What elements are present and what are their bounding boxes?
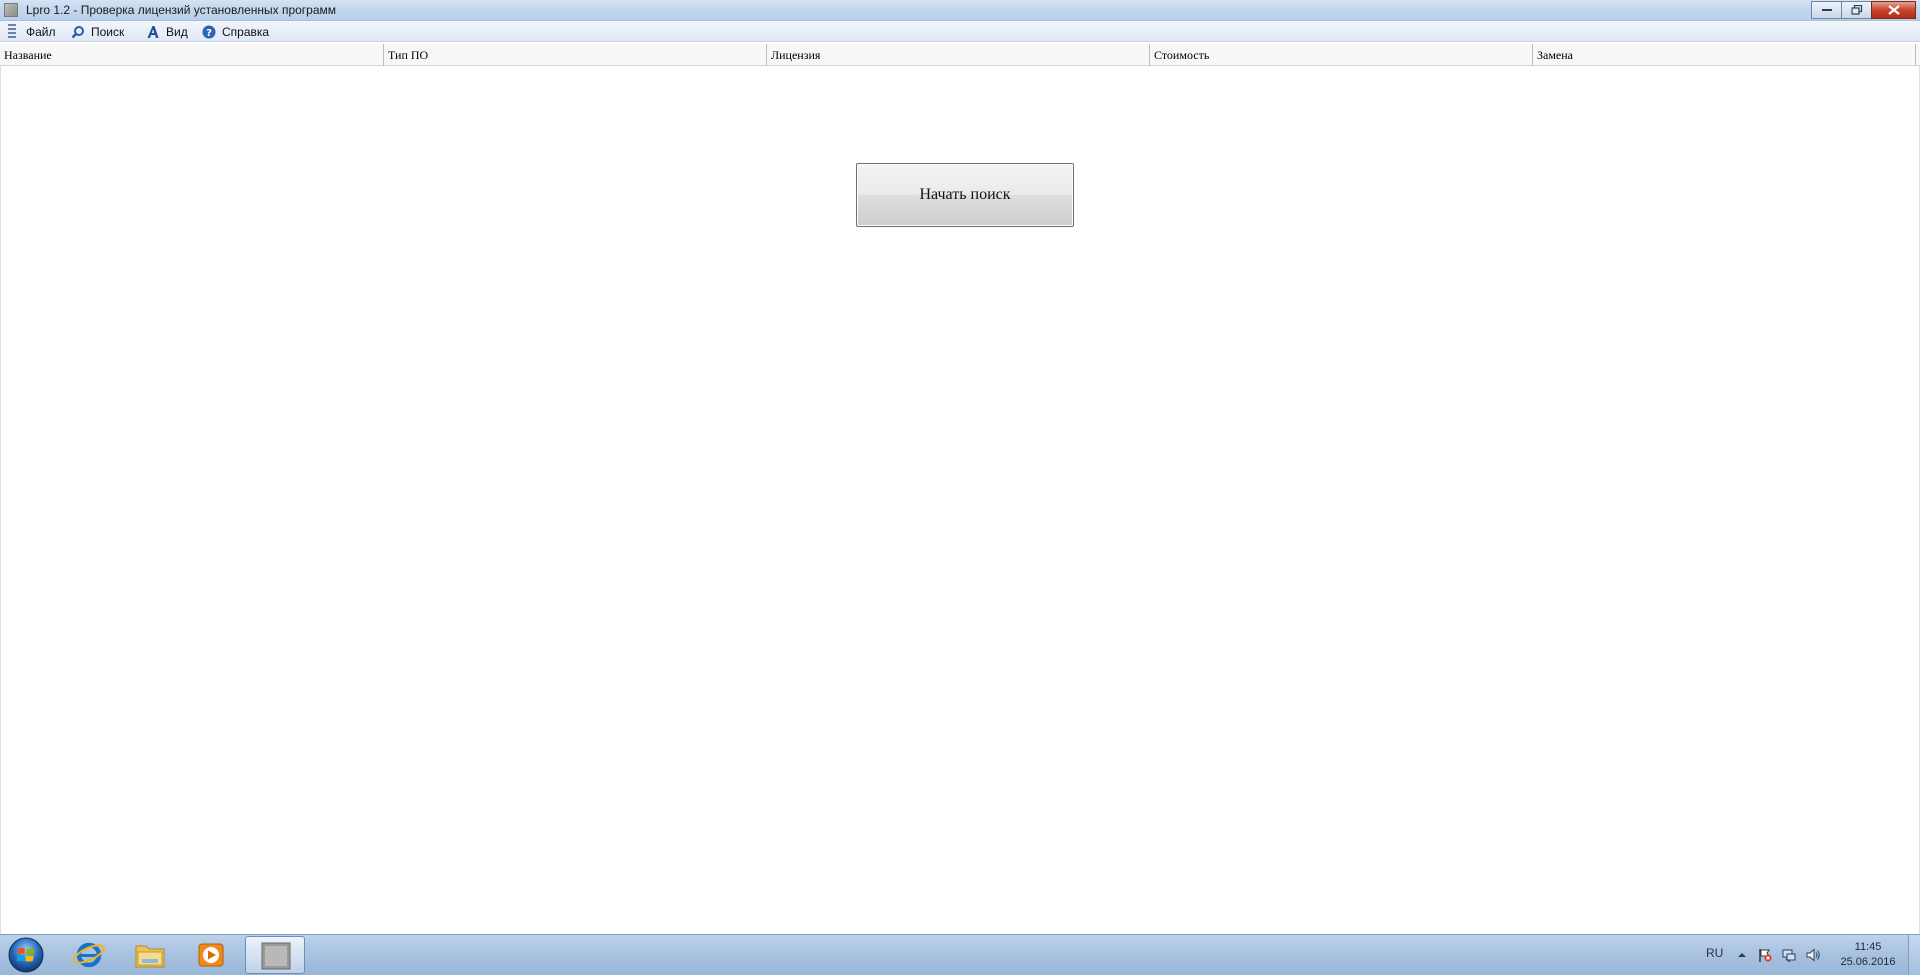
show-hidden-icons-icon[interactable] [1734, 947, 1750, 963]
app-icon[interactable] [4, 3, 18, 17]
minimize-icon [1821, 9, 1832, 11]
menu-help-label: Справка [222, 24, 270, 39]
taskbar: RU 11:45 25.06.2016 [0, 934, 1920, 975]
start-search-button[interactable]: Начать поиск [856, 163, 1074, 227]
restore-button[interactable] [1841, 1, 1872, 19]
menu-bar: Файл Поиск Вид ? Справка [0, 21, 1920, 42]
menu-search[interactable]: Поиск [71, 21, 124, 42]
show-desktop-button[interactable] [1908, 935, 1920, 975]
table-header: Название Тип ПО Лицензия Стоимость Замен… [0, 43, 1920, 66]
menu-grip-icon[interactable] [8, 24, 16, 39]
minimize-button[interactable] [1811, 1, 1842, 19]
action-center-flag-icon[interactable] [1757, 947, 1773, 963]
windows-start-orb[interactable] [6, 936, 46, 974]
clock[interactable]: 11:45 25.06.2016 [1834, 940, 1902, 970]
clock-time: 11:45 [1854, 941, 1882, 953]
taskbar-lpro-button[interactable] [245, 936, 305, 974]
menu-search-label: Поиск [91, 24, 125, 39]
language-indicator[interactable]: RU [1706, 946, 1723, 960]
help-icon: ? [202, 25, 216, 39]
network-icon[interactable] [1781, 947, 1797, 963]
column-header-replacement[interactable]: Замена [1533, 44, 1916, 66]
window-title: Lpro 1.2 - Проверка лицензий установленн… [26, 3, 337, 17]
clock-date: 25.06.2016 [1840, 956, 1896, 968]
menu-view[interactable]: Вид [146, 21, 188, 42]
svg-text:?: ? [206, 28, 212, 39]
restore-icon [1851, 5, 1862, 15]
window-controls [1811, 1, 1916, 19]
column-header-cost[interactable]: Стоимость [1150, 44, 1533, 66]
title-bar[interactable]: Lpro 1.2 - Проверка лицензий установленн… [0, 0, 1920, 21]
close-button[interactable] [1871, 1, 1916, 19]
column-header-license[interactable]: Лицензия [767, 44, 1150, 66]
column-header-software-type[interactable]: Тип ПО [384, 44, 767, 66]
column-header-name[interactable]: Название [0, 44, 384, 66]
menu-file[interactable]: Файл [26, 21, 56, 42]
lpro-app-icon [261, 942, 291, 970]
font-icon [147, 25, 159, 38]
search-icon [71, 25, 84, 38]
menu-view-label: Вид [166, 24, 188, 39]
media-player-icon[interactable] [183, 937, 239, 973]
internet-explorer-icon[interactable] [61, 937, 117, 973]
close-icon [1887, 5, 1900, 15]
file-explorer-icon[interactable] [122, 937, 178, 973]
menu-file-label: Файл [26, 24, 56, 39]
menu-help[interactable]: ? Справка [202, 21, 269, 42]
volume-icon[interactable] [1805, 947, 1821, 963]
